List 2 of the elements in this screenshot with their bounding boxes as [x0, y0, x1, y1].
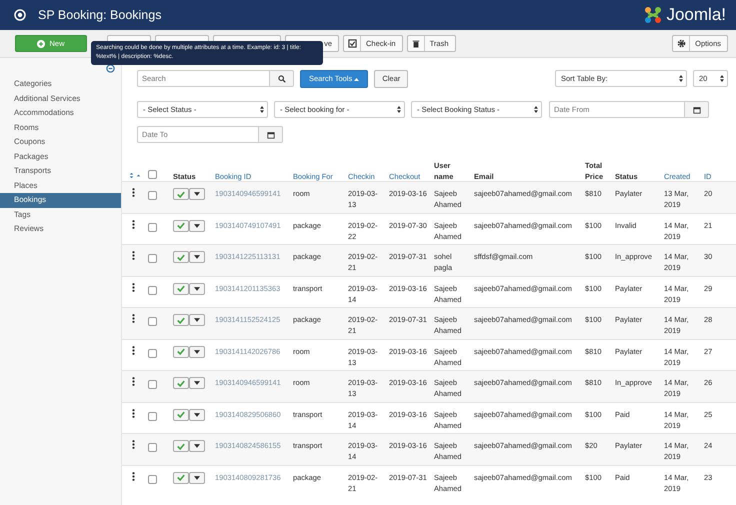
- brand-name: Joomla!: [666, 5, 726, 25]
- page-title: SP Booking: Bookings: [38, 8, 162, 22]
